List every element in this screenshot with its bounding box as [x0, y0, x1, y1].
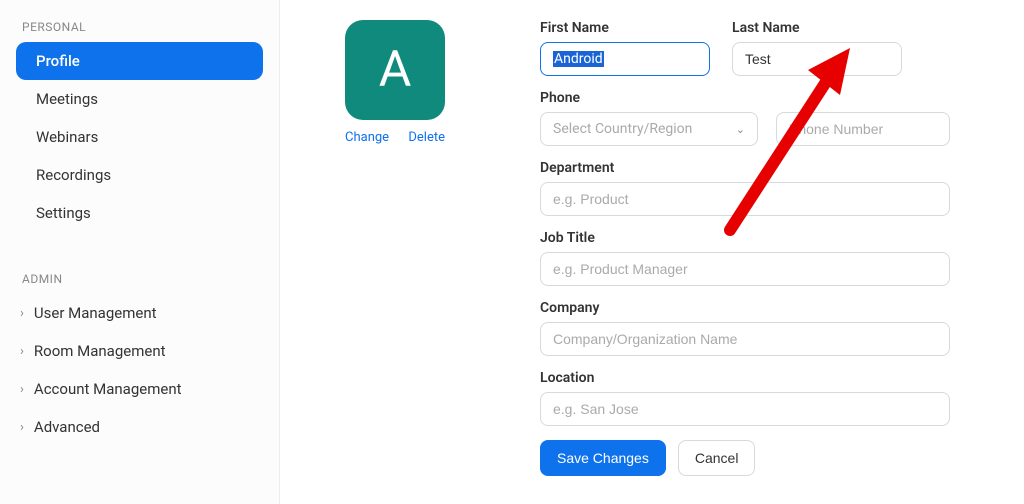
- chevron-right-icon: ›: [20, 344, 24, 359]
- profile-form: First Name Android Last Name Phone: [540, 20, 950, 476]
- first-name-label: First Name: [540, 20, 710, 36]
- sidebar-item-user-management[interactable]: › User Management: [16, 294, 263, 332]
- location-input[interactable]: [540, 392, 950, 426]
- country-placeholder: Select Country/Region: [553, 121, 692, 137]
- chevron-right-icon: ›: [20, 306, 24, 321]
- job-title-input[interactable]: [540, 252, 950, 286]
- sidebar-item-profile[interactable]: Profile: [16, 42, 263, 80]
- section-header-admin: ADMIN: [22, 272, 263, 286]
- avatar-change-link[interactable]: Change: [345, 130, 389, 145]
- sidebar-item-meetings[interactable]: Meetings: [16, 80, 263, 118]
- phone-label: Phone: [540, 90, 950, 106]
- sidebar-item-webinars[interactable]: Webinars: [16, 118, 263, 156]
- chevron-down-icon: ⌄: [736, 123, 745, 136]
- sidebar-item-recordings[interactable]: Recordings: [16, 156, 263, 194]
- sidebar-item-label: User Management: [34, 304, 157, 322]
- sidebar-item-label: Profile: [36, 52, 80, 70]
- sidebar-item-advanced[interactable]: › Advanced: [16, 408, 263, 446]
- company-input[interactable]: [540, 322, 950, 356]
- sidebar-item-label: Recordings: [36, 166, 111, 184]
- avatar-initial: A: [379, 41, 412, 99]
- avatar: A: [345, 20, 445, 120]
- chevron-right-icon: ›: [20, 382, 24, 397]
- job-title-label: Job Title: [540, 230, 950, 246]
- sidebar-item-label: Account Management: [34, 380, 182, 398]
- sidebar-item-label: Meetings: [36, 90, 98, 108]
- sidebar-item-label: Advanced: [34, 418, 100, 436]
- last-name-label: Last Name: [732, 20, 902, 36]
- department-input[interactable]: [540, 182, 950, 216]
- sidebar-item-label: Room Management: [34, 342, 166, 360]
- nav-admin-list: › User Management › Room Management › Ac…: [16, 294, 263, 446]
- sidebar-item-account-management[interactable]: › Account Management: [16, 370, 263, 408]
- phone-number-input[interactable]: [776, 112, 950, 146]
- first-name-input[interactable]: Android: [540, 42, 710, 76]
- country-select[interactable]: Select Country/Region ⌄: [540, 112, 758, 146]
- section-header-personal: PERSONAL: [22, 20, 263, 34]
- department-label: Department: [540, 160, 950, 176]
- sidebar-item-room-management[interactable]: › Room Management: [16, 332, 263, 370]
- main-content: A Change Delete First Name Android: [280, 0, 1024, 504]
- chevron-right-icon: ›: [20, 420, 24, 435]
- sidebar-item-settings[interactable]: Settings: [16, 194, 263, 232]
- sidebar-item-label: Settings: [36, 204, 91, 222]
- last-name-input[interactable]: [732, 42, 902, 76]
- avatar-delete-link[interactable]: Delete: [408, 130, 445, 145]
- company-label: Company: [540, 300, 950, 316]
- cancel-button[interactable]: Cancel: [678, 440, 756, 476]
- save-button[interactable]: Save Changes: [540, 440, 666, 476]
- first-name-value: Android: [553, 51, 604, 67]
- nav-personal-list: Profile Meetings Webinars Recordings Set…: [16, 42, 263, 232]
- avatar-column: A Change Delete: [340, 20, 450, 145]
- sidebar: PERSONAL Profile Meetings Webinars Recor…: [0, 0, 280, 504]
- location-label: Location: [540, 370, 950, 386]
- sidebar-item-label: Webinars: [36, 128, 98, 146]
